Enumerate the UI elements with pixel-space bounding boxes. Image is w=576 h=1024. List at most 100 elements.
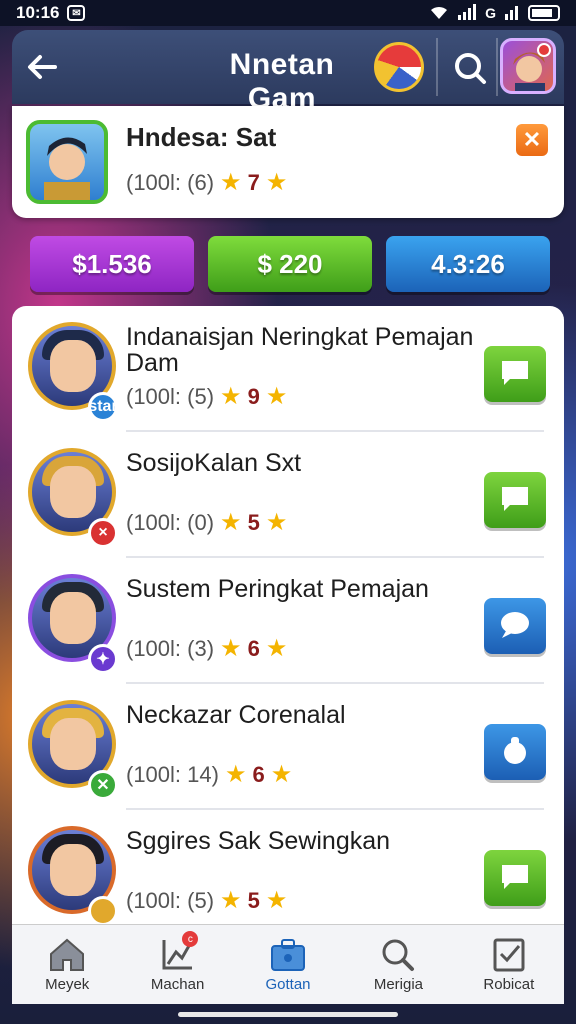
signal-icon-2 — [504, 4, 520, 23]
player-row[interactable]: Sggires Sak Sewingkan (100l: (5) ★ 5 ★ — [12, 810, 564, 924]
app-bar: Nnetan Gam — [12, 30, 564, 115]
notification-badge — [537, 43, 551, 57]
star-icon: ★ — [220, 887, 242, 914]
featured-avatar — [26, 120, 108, 204]
avatar-face — [50, 340, 96, 392]
profile-avatar[interactable] — [500, 38, 556, 94]
review-count: (100l: (5) — [126, 383, 215, 409]
star-icon: ★ — [265, 169, 288, 196]
close-button[interactable]: ✕ — [516, 124, 548, 156]
player-list: star Indanaisjan Neringkat Pemajan Dam (… — [12, 306, 564, 924]
player-name: Sustem Peringkat Pemajan — [126, 575, 429, 603]
chat-button[interactable] — [484, 850, 546, 906]
bag-button[interactable] — [484, 724, 546, 780]
featured-card[interactable]: Hndesa: Sat (100l: (6) ★ 7 ★ ✕ — [12, 106, 564, 218]
signal-icon — [457, 3, 477, 23]
nav-item-checklist[interactable]: Robicat — [454, 925, 564, 1004]
chat-button[interactable] — [484, 472, 546, 528]
status-badge: star — [88, 392, 118, 422]
rating-value: 9 — [247, 383, 260, 409]
game-logo-icon[interactable] — [374, 42, 424, 92]
status-time: 10:16 — [16, 3, 60, 22]
star-icon: ★ — [220, 169, 242, 196]
chat-icon — [498, 357, 532, 392]
stat-button-cash[interactable]: $ 220 — [208, 236, 372, 292]
chat-icon — [498, 483, 532, 518]
divider — [496, 38, 498, 96]
back-button[interactable] — [12, 30, 72, 104]
avatar-face — [50, 718, 96, 770]
featured-title: Hndesa: Sat — [126, 122, 277, 152]
avatar-face — [50, 592, 96, 644]
nav-label: Merigia — [373, 976, 424, 993]
search-icon — [455, 53, 486, 84]
nav-item-search[interactable]: Merigia — [343, 925, 453, 1004]
mail-icon: ✉ — [67, 5, 86, 21]
stat-button-time[interactable]: 4.3:26 — [386, 236, 550, 292]
rating-value: 6 — [247, 635, 260, 661]
player-meta: (100l: (5) ★ 5 ★ — [126, 886, 287, 915]
player-row[interactable]: ✦ Sustem Peringkat Pemajan (100l: (3) ★ … — [12, 558, 564, 684]
bottom-nav: Meyek c Machan Gottan Merigia Robicat — [12, 924, 564, 1004]
avatar-face — [50, 844, 96, 896]
star-icon: ★ — [220, 383, 242, 410]
status-bar: 10:16 ✉ G — [0, 0, 576, 26]
star-icon: ★ — [265, 383, 288, 410]
search-icon — [382, 939, 415, 971]
player-name: Sggires Sak Sewingkan — [126, 827, 391, 855]
message-button[interactable] — [484, 598, 546, 654]
nav-label: Robicat — [483, 976, 535, 993]
nav-item-chart[interactable]: c Machan — [122, 925, 232, 1004]
home-icon — [50, 938, 85, 971]
status-icons: G — [429, 3, 560, 23]
player-row[interactable]: ✕ Neckazar Corenalal (100l: 14) ★ 6 ★ — [12, 684, 564, 810]
briefcase-icon — [271, 939, 306, 971]
rating-value: 5 — [247, 509, 260, 535]
close-icon: ✕ — [522, 127, 542, 152]
star-icon: ★ — [265, 509, 288, 536]
star-icon: ★ — [265, 887, 288, 914]
rating-value: 7 — [247, 169, 260, 195]
player-row[interactable]: star Indanaisjan Neringkat Pemajan Dam (… — [12, 306, 564, 432]
stat-button-coins[interactable]: $1.536 — [30, 236, 194, 292]
chat-icon — [498, 861, 532, 896]
checklist-icon — [493, 938, 525, 972]
player-name: Indanaisjan Neringkat Pemajan Dam — [126, 323, 474, 377]
nav-item-briefcase[interactable]: Gottan — [233, 925, 343, 1004]
search-button[interactable] — [448, 46, 492, 90]
player-meta: (100l: (3) ★ 6 ★ — [126, 634, 287, 663]
avatar-face — [50, 466, 96, 518]
battery-icon — [528, 5, 560, 21]
chat-button[interactable] — [484, 346, 546, 402]
rating-value: 5 — [247, 887, 260, 913]
rating-value: 6 — [252, 761, 265, 787]
nav-label: Gottan — [265, 976, 311, 993]
review-count: (100l: (0) — [126, 509, 215, 535]
player-meta: (100l: (5) ★ 9 ★ — [126, 382, 287, 411]
nav-label: Machan — [150, 976, 205, 993]
player-meta: (100l: 14) ★ 6 ★ — [126, 760, 292, 789]
status-badge: ✕ — [88, 770, 118, 800]
home-indicator — [178, 1012, 398, 1017]
status-badge: ✦ — [88, 644, 118, 674]
player-row[interactable]: × SosijoKalan Sxt (100l: (0) ★ 5 ★ — [12, 432, 564, 558]
star-icon: ★ — [220, 509, 242, 536]
divider — [436, 38, 438, 96]
star-icon: ★ — [270, 761, 293, 788]
message-icon — [498, 609, 532, 644]
player-name: Neckazar Corenalal — [126, 701, 346, 729]
review-count: (100l: (5) — [126, 887, 215, 913]
featured-meta: (100l: (6) ★ 7 ★ — [126, 168, 287, 197]
bag-icon — [498, 735, 532, 770]
star-icon: ★ — [220, 635, 242, 662]
wifi-icon — [429, 4, 449, 23]
back-arrow-icon — [28, 55, 57, 79]
status-badge: × — [88, 518, 118, 548]
star-icon: ★ — [224, 761, 247, 788]
player-name: SosijoKalan Sxt — [126, 449, 302, 477]
review-count: (100l: (6) — [126, 169, 215, 195]
player-meta: (100l: (0) ★ 5 ★ — [126, 508, 287, 537]
nav-item-home[interactable]: Meyek — [12, 925, 122, 1004]
status-badge — [88, 896, 118, 924]
nav-label: Meyek — [45, 976, 90, 993]
